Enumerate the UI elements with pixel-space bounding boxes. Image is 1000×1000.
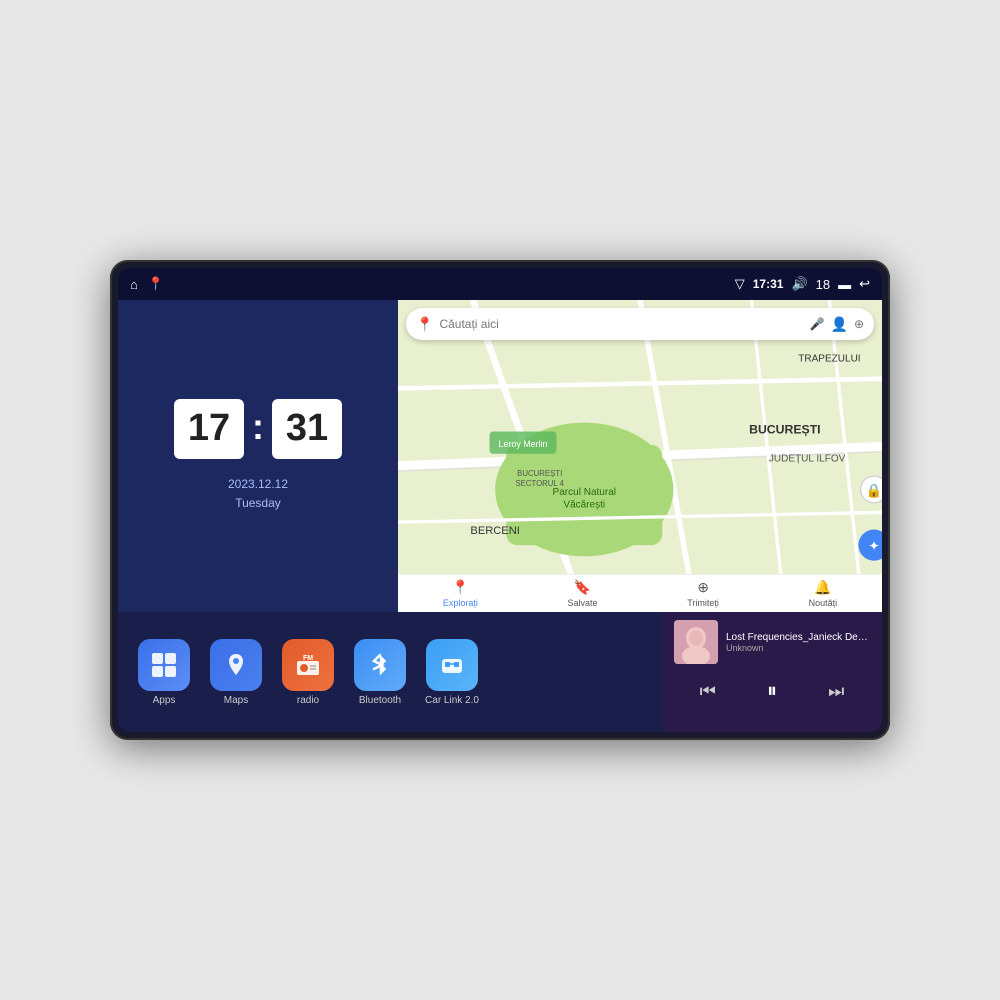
- map-layers-icon[interactable]: ⊕: [854, 317, 864, 331]
- next-button[interactable]: ⏭: [820, 677, 852, 706]
- radio-icon: FM: [282, 639, 334, 691]
- svg-text:Văcărești: Văcărești: [563, 499, 605, 510]
- map-nav-saved[interactable]: 🔖 Salvate: [568, 579, 598, 608]
- svg-text:FM: FM: [303, 655, 313, 662]
- clock-panel: 17 : 31 2023.12.12 Tuesday: [118, 300, 398, 612]
- carlink-label: Car Link 2.0: [425, 695, 479, 706]
- news-icon: 🔔: [814, 579, 831, 596]
- bluetooth-label: Bluetooth: [359, 695, 401, 706]
- music-controls: ⏮ ⏸ ⏭: [674, 676, 870, 707]
- map-nav-saved-label: Salvate: [568, 598, 598, 608]
- maps-app-icon: [210, 639, 262, 691]
- app-item-apps[interactable]: Apps: [134, 639, 194, 706]
- music-artist: Unknown: [726, 643, 870, 653]
- album-art: [674, 620, 718, 664]
- maps-label: Maps: [224, 695, 248, 706]
- explore-icon: 📍: [452, 579, 469, 596]
- map-account-icon[interactable]: 👤: [831, 316, 848, 333]
- svg-text:BUCUREȘTI: BUCUREȘTI: [517, 469, 562, 478]
- map-bottom-bar: 📍 Explorați 🔖 Salvate ⊕ Trimiteți 🔔: [398, 574, 882, 612]
- app-item-radio[interactable]: FM radio: [278, 639, 338, 706]
- clock-display: 17 : 31: [174, 399, 342, 459]
- svg-text:JUDEȚUL ILFOV: JUDEȚUL ILFOV: [769, 454, 846, 465]
- nav-icon[interactable]: 📍: [148, 276, 164, 292]
- status-bar: ⌂ 📍 ▽ 17:31 🔊 18 ▬ ↩: [118, 268, 882, 300]
- bluetooth-icon: [354, 639, 406, 691]
- apps-label: Apps: [153, 695, 176, 706]
- app-item-bluetooth[interactable]: Bluetooth: [350, 639, 410, 706]
- radio-label: radio: [297, 695, 319, 706]
- map-nav-news-label: Noutăți: [809, 598, 838, 608]
- status-bar-left: ⌂ 📍: [130, 276, 164, 292]
- clock-separator: :: [252, 406, 264, 448]
- battery-icon: ▬: [838, 277, 851, 292]
- music-title: Lost Frequencies_Janieck Devy-...: [726, 632, 870, 643]
- prev-button[interactable]: ⏮: [692, 677, 724, 706]
- app-item-maps[interactable]: Maps: [206, 639, 266, 706]
- top-section: 17 : 31 2023.12.12 Tuesday: [118, 300, 882, 612]
- clock-date: 2023.12.12 Tuesday: [228, 475, 288, 513]
- clock-day: Tuesday: [228, 494, 288, 513]
- map-nav-explore[interactable]: 📍 Explorați: [443, 579, 478, 608]
- app-item-carlink[interactable]: Car Link 2.0: [422, 639, 482, 706]
- play-pause-button[interactable]: ⏸: [759, 676, 785, 707]
- map-nav-share[interactable]: ⊕ Trimiteți: [687, 579, 719, 608]
- back-icon[interactable]: ↩: [859, 276, 870, 292]
- svg-text:🔒: 🔒: [866, 483, 882, 498]
- clock-minute: 31: [272, 399, 342, 459]
- volume-icon: 🔊: [791, 276, 807, 292]
- map-background: Parcul Natural Văcărești BUCUREȘTI JUDEȚ…: [398, 300, 882, 612]
- music-info: Lost Frequencies_Janieck Devy-... Unknow…: [674, 620, 870, 664]
- apps-row: Apps Maps: [118, 612, 662, 732]
- main-content: 17 : 31 2023.12.12 Tuesday: [118, 300, 882, 732]
- clock-date-value: 2023.12.12: [228, 475, 288, 494]
- status-bar-right: ▽ 17:31 🔊 18 ▬ ↩: [735, 276, 870, 292]
- saved-icon: 🔖: [574, 579, 591, 596]
- battery-level: 18: [816, 277, 830, 292]
- map-nav-share-label: Trimiteți: [687, 598, 719, 608]
- svg-text:Parcul Natural: Parcul Natural: [553, 487, 616, 498]
- svg-text:SECTORUL 4: SECTORUL 4: [515, 479, 564, 488]
- device-shell: ⌂ 📍 ▽ 17:31 🔊 18 ▬ ↩ 17 :: [110, 260, 890, 740]
- svg-text:TRAPEZULUI: TRAPEZULUI: [798, 353, 860, 364]
- map-panel[interactable]: Parcul Natural Văcărești BUCUREȘTI JUDEȚ…: [398, 300, 882, 612]
- bottom-section: Apps Maps: [118, 612, 882, 732]
- svg-text:Leroy Merlin: Leroy Merlin: [498, 439, 547, 449]
- svg-text:✦: ✦: [868, 539, 879, 554]
- status-time: 17:31: [753, 277, 784, 291]
- screen: ⌂ 📍 ▽ 17:31 🔊 18 ▬ ↩ 17 :: [118, 268, 882, 732]
- map-mic-icon[interactable]: 🎤: [810, 317, 825, 331]
- carlink-icon: [426, 639, 478, 691]
- music-text: Lost Frequencies_Janieck Devy-... Unknow…: [726, 632, 870, 653]
- signal-icon: ▽: [735, 276, 745, 292]
- home-icon[interactable]: ⌂: [130, 277, 138, 292]
- apps-icon: [138, 639, 190, 691]
- map-pin-icon: 📍: [416, 316, 433, 333]
- svg-text:BUCUREȘTI: BUCUREȘTI: [749, 423, 820, 437]
- map-search-text: Căutați aici: [439, 317, 498, 331]
- svg-text:BERCENI: BERCENI: [470, 525, 519, 537]
- map-search-bar[interactable]: 📍 Căutați aici 🎤 👤 ⊕: [406, 308, 874, 340]
- share-icon: ⊕: [697, 579, 709, 596]
- map-nav-explore-label: Explorați: [443, 598, 478, 608]
- map-nav-news[interactable]: 🔔 Noutăți: [809, 579, 838, 608]
- music-panel: Lost Frequencies_Janieck Devy-... Unknow…: [662, 612, 882, 732]
- clock-hour: 17: [174, 399, 244, 459]
